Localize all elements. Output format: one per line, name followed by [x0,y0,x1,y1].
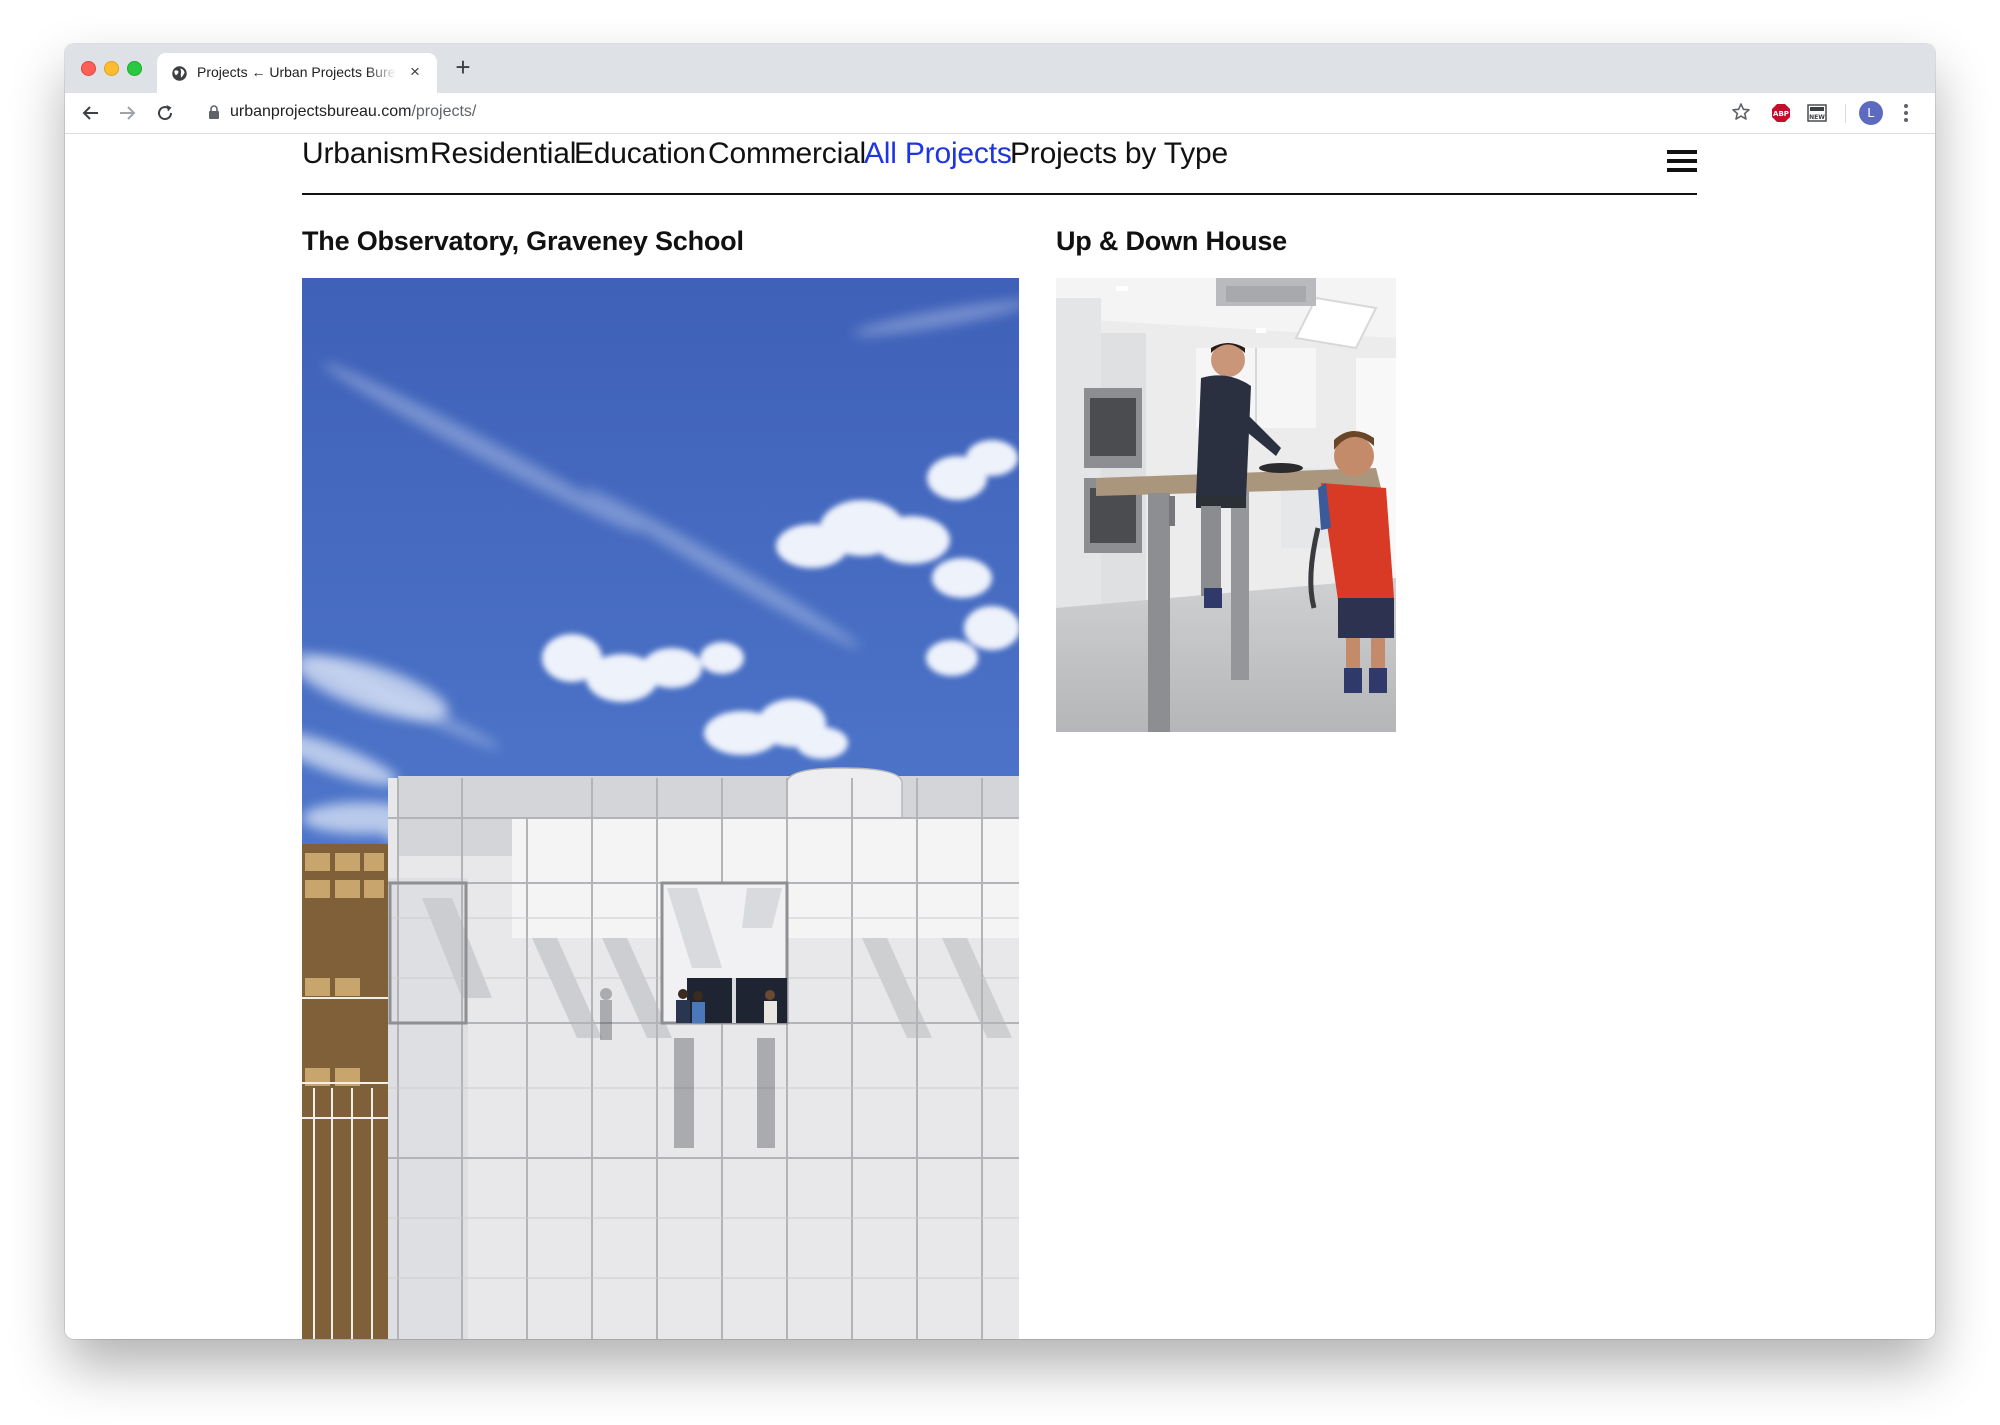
project-image-observatory[interactable] [302,278,1019,1339]
kitchen-photo-illustration [1056,278,1396,732]
tab-strip: Projects ← Urban Projects Bureau × + [65,44,1935,93]
svg-text:NEW: NEW [1809,114,1825,121]
project-title-up-down-house[interactable]: Up & Down House [1056,226,1287,257]
new-tab-button[interactable]: + [450,54,476,81]
news-extension-icon[interactable]: NEW [1807,103,1827,123]
maximize-window-button[interactable] [127,61,142,76]
browser-menu-icon[interactable] [1899,102,1913,124]
nav-commercial[interactable]: Commercial [708,137,866,171]
site-navigation: Urbanism Residential Education Commercia… [302,134,1697,195]
reload-icon[interactable] [153,101,177,125]
back-arrow-icon[interactable] [79,101,103,125]
profile-avatar[interactable]: L [1859,101,1883,125]
nav-education[interactable]: Education [574,137,706,171]
forward-arrow-icon[interactable] [115,101,139,125]
nav-residential[interactable]: Residential [430,137,576,171]
hamburger-icon[interactable] [1667,150,1697,172]
bookmark-star-icon[interactable] [1731,102,1751,122]
address-bar[interactable]: urbanprojectsbureau.com/projects/ [193,97,1763,128]
browser-window: Projects ← Urban Projects Bureau × + urb… [65,44,1935,1339]
school-photo-illustration [302,278,1019,1339]
screen: Projects ← Urban Projects Bureau × + urb… [0,0,2000,1425]
tab-close-icon[interactable]: × [405,62,425,82]
url-text[interactable]: urbanprojectsbureau.com/projects/ [230,103,476,121]
close-window-button[interactable] [81,61,96,76]
browser-tab-active[interactable]: Projects ← Urban Projects Bureau × [157,53,437,93]
nav-projects-by-type[interactable]: Projects by Type [1010,137,1228,171]
minimize-window-button[interactable] [104,61,119,76]
toolbar-separator [1845,104,1846,123]
svg-text:ABP: ABP [1773,110,1789,118]
web-page: Urbanism Residential Education Commercia… [65,134,1935,1339]
url-path: /projects/ [411,103,477,120]
tab-title: Projects ← Urban Projects Bureau [197,64,397,80]
url-host: urbanprojectsbureau.com [230,103,412,120]
project-image-up-down-house[interactable] [1056,278,1396,732]
lock-icon [209,105,219,119]
browser-toolbar: urbanprojectsbureau.com/projects/ ABP NE… [65,93,1935,134]
nav-all-projects[interactable]: All Projects [864,137,1012,171]
globe-icon [172,66,187,81]
adblock-extension-icon[interactable]: ABP [1771,103,1791,123]
project-title-observatory[interactable]: The Observatory, Graveney School [302,226,744,257]
nav-urbanism[interactable]: Urbanism [302,137,429,171]
